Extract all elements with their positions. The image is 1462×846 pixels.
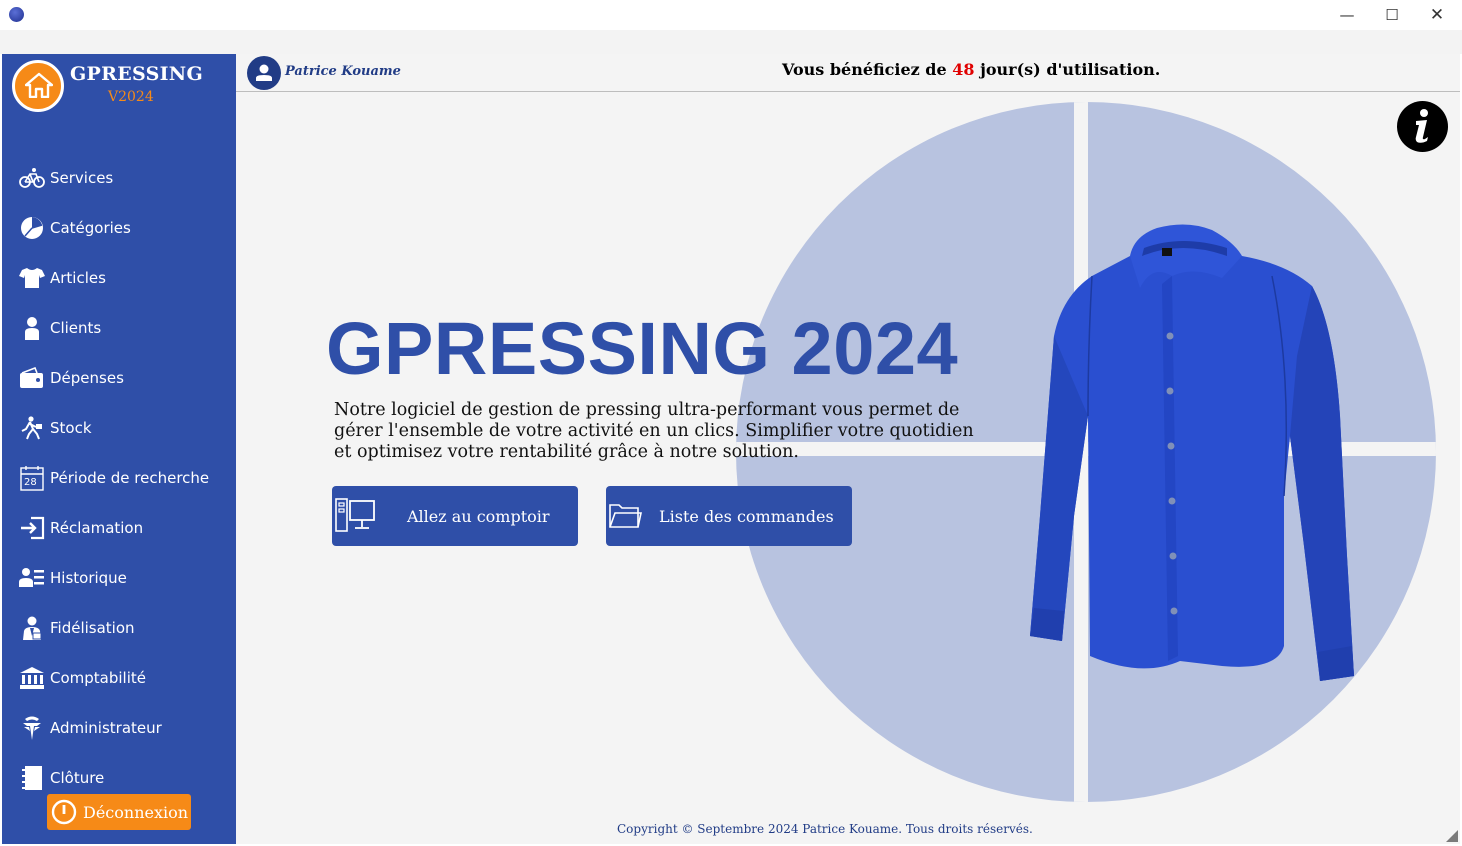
sidebar-item-label: Stock <box>50 419 92 437</box>
maximize-button[interactable]: ☐ <box>1369 2 1415 28</box>
sidebar-item-administrateur[interactable]: Administrateur <box>2 708 236 748</box>
close-button[interactable]: ✕ <box>1414 2 1460 28</box>
sidebar-item-label: Articles <box>50 269 106 287</box>
sidebar-item-categories[interactable]: Catégories <box>2 208 236 248</box>
lawyer-icon <box>18 614 46 642</box>
user-name: Patrice Kouame <box>285 64 401 79</box>
bicycle-icon <box>18 164 46 192</box>
window-titlebar: — ☐ ✕ <box>0 0 1462 30</box>
hero-description: Notre logiciel de gestion de pressing ul… <box>334 400 974 462</box>
top-bar: Patrice Kouame Vous bénéficiez de 48 jou… <box>236 54 1460 92</box>
sidebar: GPRESSING V2024 Services Catégories Arti… <box>2 54 236 844</box>
sidebar-item-label: Catégories <box>50 219 131 237</box>
admin-icon <box>18 714 46 742</box>
sidebar-item-periode[interactable]: 28 Période de recherche <box>2 458 236 498</box>
sign-in-icon <box>18 514 46 542</box>
wallet-icon <box>18 364 46 392</box>
person-icon <box>18 314 46 342</box>
sidebar-item-depenses[interactable]: Dépenses <box>2 358 236 398</box>
sidebar-item-historique[interactable]: Historique <box>2 558 236 598</box>
notebook-icon <box>18 764 46 792</box>
calendar-day: 28 <box>24 477 37 488</box>
sidebar-item-services[interactable]: Services <box>2 158 236 198</box>
sidebar-item-articles[interactable]: Articles <box>2 258 236 298</box>
folder-icon <box>609 504 642 528</box>
main-panel: Patrice Kouame Vous bénéficiez de 48 jou… <box>236 54 1460 844</box>
sidebar-item-cloture[interactable]: Clôture <box>2 758 236 798</box>
home-icon <box>25 72 53 98</box>
info-button[interactable] <box>1397 101 1448 152</box>
info-icon <box>1415 109 1428 143</box>
app-icon <box>9 7 24 22</box>
sidebar-item-label: Clôture <box>50 769 105 787</box>
minimize-button[interactable]: — <box>1324 2 1370 28</box>
logout-button[interactable]: Déconnexion <box>47 794 191 830</box>
usage-days: 48 <box>952 60 975 79</box>
sidebar-item-label: Fidélisation <box>50 619 135 637</box>
resize-grip-icon[interactable] <box>1446 830 1458 842</box>
sidebar-item-reclamation[interactable]: Réclamation <box>2 508 236 548</box>
brand-name: GPRESSING <box>70 63 203 85</box>
usage-notice: Vous bénéficiez de 48 jour(s) d'utilisat… <box>782 60 1160 79</box>
user-avatar-icon[interactable] <box>247 56 281 90</box>
comptoir-button-label: Allez au comptoir <box>407 507 550 526</box>
sidebar-item-label: Comptabilité <box>50 669 146 687</box>
sidebar-item-stock[interactable]: Stock <box>2 408 236 448</box>
home-logo[interactable] <box>12 60 64 112</box>
logout-label: Déconnexion <box>83 802 189 822</box>
comptoir-button[interactable]: Allez au comptoir <box>332 486 578 546</box>
tshirt-icon <box>18 264 46 292</box>
brand-version: V2024 <box>108 89 154 105</box>
sidebar-item-label: Services <box>50 169 114 187</box>
commandes-button[interactable]: Liste des commandes <box>606 486 852 546</box>
shirt-image <box>1030 224 1354 681</box>
sidebar-item-fidelisation[interactable]: Fidélisation <box>2 608 236 648</box>
sidebar-item-label: Réclamation <box>50 519 144 537</box>
usage-suffix: jour(s) d'utilisation. <box>974 60 1161 79</box>
hero-title: GPRESSING 2024 <box>326 307 959 390</box>
computer-icon <box>335 498 375 532</box>
sidebar-item-label: Historique <box>50 569 127 587</box>
sidebar-item-label: Clients <box>50 319 102 337</box>
power-icon <box>51 799 77 825</box>
sidebar-item-label: Période de recherche <box>50 469 210 487</box>
calendar-icon: 28 <box>18 464 46 492</box>
user-list-icon <box>18 564 46 592</box>
sidebar-item-clients[interactable]: Clients <box>2 308 236 348</box>
worker-icon <box>18 414 46 442</box>
sidebar-item-comptabilite[interactable]: Comptabilité <box>2 658 236 698</box>
pie-chart-icon <box>18 214 46 242</box>
usage-prefix: Vous bénéficiez de <box>782 60 953 79</box>
sidebar-item-label: Dépenses <box>50 369 124 387</box>
bank-icon <box>18 664 46 692</box>
copyright-text: Copyright © Septembre 2024 Patrice Kouam… <box>617 822 1033 836</box>
sidebar-item-label: Administrateur <box>50 719 162 737</box>
commandes-button-label: Liste des commandes <box>659 507 834 526</box>
toolstrip <box>0 30 1462 54</box>
